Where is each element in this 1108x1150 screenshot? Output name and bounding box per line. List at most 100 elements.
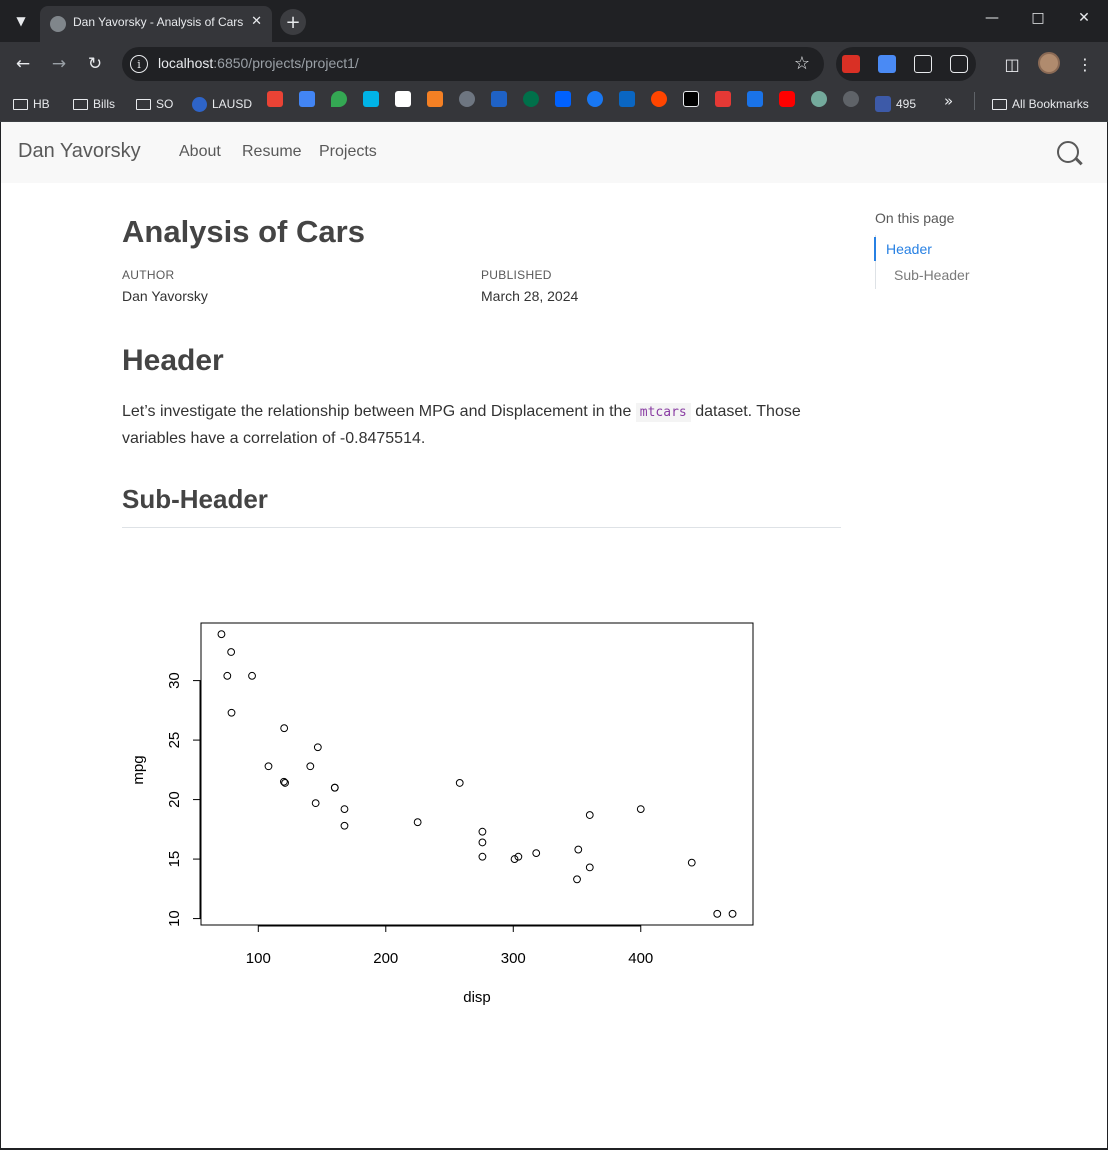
data-point xyxy=(311,799,320,808)
dropbox-icon[interactable] xyxy=(555,91,571,107)
stackoverflow-icon[interactable] xyxy=(427,91,443,107)
dy-icon[interactable] xyxy=(843,91,859,107)
starbucks-icon[interactable] xyxy=(523,91,539,107)
toc-title: On this page xyxy=(875,210,955,226)
data-point xyxy=(574,845,583,854)
data-point xyxy=(264,762,273,771)
close-icon[interactable]: ✕ xyxy=(251,14,262,29)
all-bookmarks[interactable]: All Bookmarks xyxy=(992,94,1089,114)
toc-item-header[interactable]: Header xyxy=(886,241,932,257)
back-icon[interactable]: ← xyxy=(11,52,35,76)
minimize-icon[interactable]: — xyxy=(980,10,1004,26)
more-bookmarks-icon[interactable]: » xyxy=(944,92,953,110)
data-point xyxy=(532,849,541,858)
new-tab-button[interactable]: + xyxy=(280,9,306,35)
inline-code: mtcars xyxy=(635,403,691,422)
toc-active-indicator xyxy=(874,237,876,261)
folder-icon xyxy=(73,98,88,110)
body-paragraph: Let’s investigate the relationship betwe… xyxy=(122,403,801,447)
data-point xyxy=(280,724,289,733)
site-brand[interactable]: Dan Yavorsky xyxy=(18,140,141,163)
docs-icon[interactable] xyxy=(878,55,896,73)
address-bar[interactable]: i localhost:6850/projects/project1/ ☆ xyxy=(122,47,824,81)
tab-title: Dan Yavorsky - Analysis of Cars xyxy=(73,15,244,29)
data-point xyxy=(573,875,581,884)
chatgpt-icon[interactable] xyxy=(811,91,827,107)
nav-projects[interactable]: Projects xyxy=(319,143,377,161)
subheader-rule xyxy=(122,527,841,528)
nav-resume[interactable]: Resume xyxy=(242,143,302,161)
x-tick-label: 100 xyxy=(246,950,271,967)
site-info-icon[interactable]: i xyxy=(130,55,148,73)
x-tick-label: 200 xyxy=(373,950,398,967)
maximize-icon[interactable]: □ xyxy=(1026,10,1050,26)
reader-icon[interactable] xyxy=(914,55,932,73)
gmail-icon[interactable] xyxy=(267,91,283,107)
reload-icon[interactable]: ↻ xyxy=(83,52,107,76)
bookmark-folder-bills[interactable]: Bills xyxy=(73,94,115,114)
zotero-icon[interactable] xyxy=(715,91,731,107)
x-tick-label: 300 xyxy=(501,950,526,967)
x-axis-label: disp xyxy=(463,989,491,1006)
tab-strip: ▼ Dan Yavorsky - Analysis of Cars ✕ + — … xyxy=(0,0,1108,42)
paypal-icon[interactable] xyxy=(491,91,507,107)
menu-dots-icon[interactable]: ⋮ xyxy=(1073,52,1097,76)
data-point xyxy=(306,762,315,771)
bookmark-star-icon[interactable]: ☆ xyxy=(794,53,810,74)
data-point xyxy=(713,909,722,918)
bookmark-lausd[interactable]: LAUSD xyxy=(192,94,252,114)
data-point xyxy=(455,779,464,787)
data-point xyxy=(478,838,487,847)
scatter-plot: 100 200 300 400 disp 10 15 20 25 30 mpg xyxy=(130,622,754,1006)
folder-icon xyxy=(136,98,151,110)
toc-item-subheader[interactable]: Sub-Header xyxy=(894,267,970,283)
bookmarks-bar: HB Bills SO LAUSD 495 All Bookmarks xyxy=(0,86,1108,122)
reddit-icon[interactable] xyxy=(651,91,667,107)
n-app-icon[interactable] xyxy=(363,91,379,107)
y-axis-label: mpg xyxy=(130,755,147,784)
y-tick-label: 20 xyxy=(166,791,183,808)
author-label: AUTHOR xyxy=(122,268,175,282)
plot-frame xyxy=(200,622,754,926)
nav-about[interactable]: About xyxy=(179,143,221,161)
maps-icon[interactable] xyxy=(331,91,347,107)
data-point xyxy=(227,648,236,656)
data-point xyxy=(636,805,645,814)
extensions-icon[interactable] xyxy=(950,55,968,73)
data-point xyxy=(313,743,322,752)
lastpass-icon[interactable] xyxy=(842,55,860,73)
forward-icon[interactable]: → xyxy=(47,52,71,76)
data-point xyxy=(585,863,594,872)
data-point xyxy=(340,821,349,830)
data-point xyxy=(728,909,737,918)
search-icon[interactable] xyxy=(1057,141,1079,163)
profile-avatar[interactable] xyxy=(1038,52,1060,74)
data-point xyxy=(223,671,232,680)
x-tick-label: 400 xyxy=(628,950,653,967)
close-window-icon[interactable]: ✕ xyxy=(1072,10,1096,26)
x-icon[interactable] xyxy=(683,91,699,107)
youtube-icon[interactable] xyxy=(779,91,795,107)
page-content: Dan Yavorsky About Resume Projects Analy… xyxy=(1,122,1107,1148)
published-label: PUBLISHED xyxy=(481,268,552,282)
published-value: March 28, 2024 xyxy=(481,288,579,304)
url-text[interactable]: localhost:6850/projects/project1/ xyxy=(158,55,359,71)
browser-tab[interactable]: Dan Yavorsky - Analysis of Cars ✕ xyxy=(40,6,272,42)
y-tick-label: 30 xyxy=(166,672,183,689)
github-icon[interactable] xyxy=(459,91,475,107)
mountain-icon[interactable] xyxy=(747,91,763,107)
y-tick-label: 15 xyxy=(166,851,183,868)
tab-search-icon[interactable]: ▼ xyxy=(8,8,34,34)
bookmark-495[interactable]: 495 xyxy=(875,94,916,114)
calendar-icon[interactable] xyxy=(299,91,315,107)
bookmark-folder-hb[interactable]: HB xyxy=(13,94,50,114)
bookmark-folder-so[interactable]: SO xyxy=(136,94,173,114)
data-point xyxy=(413,818,422,827)
amazon-icon[interactable] xyxy=(395,91,411,107)
data-point xyxy=(227,708,236,717)
side-panel-icon[interactable]: ◫ xyxy=(1000,52,1024,76)
extensions-group xyxy=(836,47,976,81)
data-point xyxy=(217,630,226,639)
linkedin-icon[interactable] xyxy=(619,91,635,107)
facebook-icon[interactable] xyxy=(587,91,603,107)
